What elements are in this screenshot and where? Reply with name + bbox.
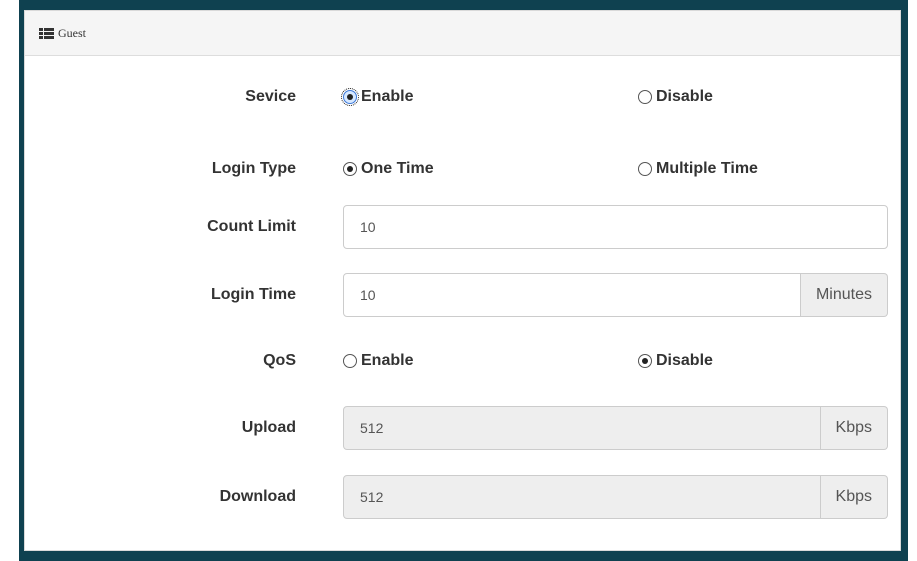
upload-unit: Kbps bbox=[820, 406, 888, 450]
service-enable-label[interactable]: Enable bbox=[361, 88, 413, 106]
download-input bbox=[343, 475, 821, 519]
qos-disable-label[interactable]: Disable bbox=[656, 352, 713, 370]
login-time-row: Login Time Minutes bbox=[25, 273, 900, 317]
count-limit-group bbox=[343, 205, 888, 249]
panel-heading: Guest bbox=[25, 11, 900, 56]
upload-group: Kbps bbox=[343, 406, 888, 450]
service-row: Sevice Enable Disable bbox=[25, 75, 900, 119]
radio-checked-icon[interactable] bbox=[341, 88, 359, 106]
download-label: Download bbox=[219, 488, 296, 505]
login-time-label: Login Time bbox=[210, 286, 296, 303]
radio-unchecked-icon[interactable] bbox=[638, 90, 652, 104]
radio-unchecked-icon[interactable] bbox=[343, 354, 357, 368]
upload-row: Upload Kbps bbox=[25, 406, 900, 450]
login-type-multiple-time-radio[interactable]: Multiple Time bbox=[638, 147, 758, 191]
download-row: Download Kbps bbox=[25, 475, 900, 519]
qos-enable-label[interactable]: Enable bbox=[361, 352, 413, 370]
login-type-one-time-radio[interactable]: One Time bbox=[343, 147, 434, 191]
login-time-unit: Minutes bbox=[800, 273, 888, 317]
login-type-multiple-time-label[interactable]: Multiple Time bbox=[656, 160, 758, 178]
count-limit-input[interactable] bbox=[343, 205, 888, 249]
service-enable-radio[interactable]: Enable bbox=[341, 75, 413, 119]
list-icon bbox=[39, 27, 54, 39]
service-disable-radio[interactable]: Disable bbox=[638, 75, 713, 119]
upload-input bbox=[343, 406, 821, 450]
service-disable-label[interactable]: Disable bbox=[656, 88, 713, 106]
upload-label: Upload bbox=[241, 419, 296, 436]
qos-label: QoS bbox=[263, 352, 296, 369]
login-time-group: Minutes bbox=[343, 273, 888, 317]
guest-panel: Guest Sevice Enable Disable Login Type O… bbox=[24, 10, 901, 551]
login-time-input[interactable] bbox=[343, 273, 801, 317]
service-label: Sevice bbox=[245, 88, 296, 105]
download-group: Kbps bbox=[343, 475, 888, 519]
radio-checked-icon[interactable] bbox=[343, 162, 357, 176]
qos-row: QoS Enable Disable bbox=[25, 339, 900, 383]
login-type-label: Login Type bbox=[211, 160, 296, 177]
radio-checked-icon[interactable] bbox=[638, 354, 652, 368]
login-type-row: Login Type One Time Multiple Time bbox=[25, 147, 900, 191]
qos-disable-radio[interactable]: Disable bbox=[638, 339, 713, 383]
count-limit-label: Count Limit bbox=[207, 218, 296, 235]
window-frame: Guest Sevice Enable Disable Login Type O… bbox=[19, 0, 908, 561]
panel-title: Guest bbox=[58, 25, 86, 40]
qos-enable-radio[interactable]: Enable bbox=[343, 339, 413, 383]
download-unit: Kbps bbox=[820, 475, 888, 519]
login-type-one-time-label[interactable]: One Time bbox=[361, 160, 434, 178]
count-limit-row: Count Limit bbox=[25, 205, 900, 249]
radio-unchecked-icon[interactable] bbox=[638, 162, 652, 176]
